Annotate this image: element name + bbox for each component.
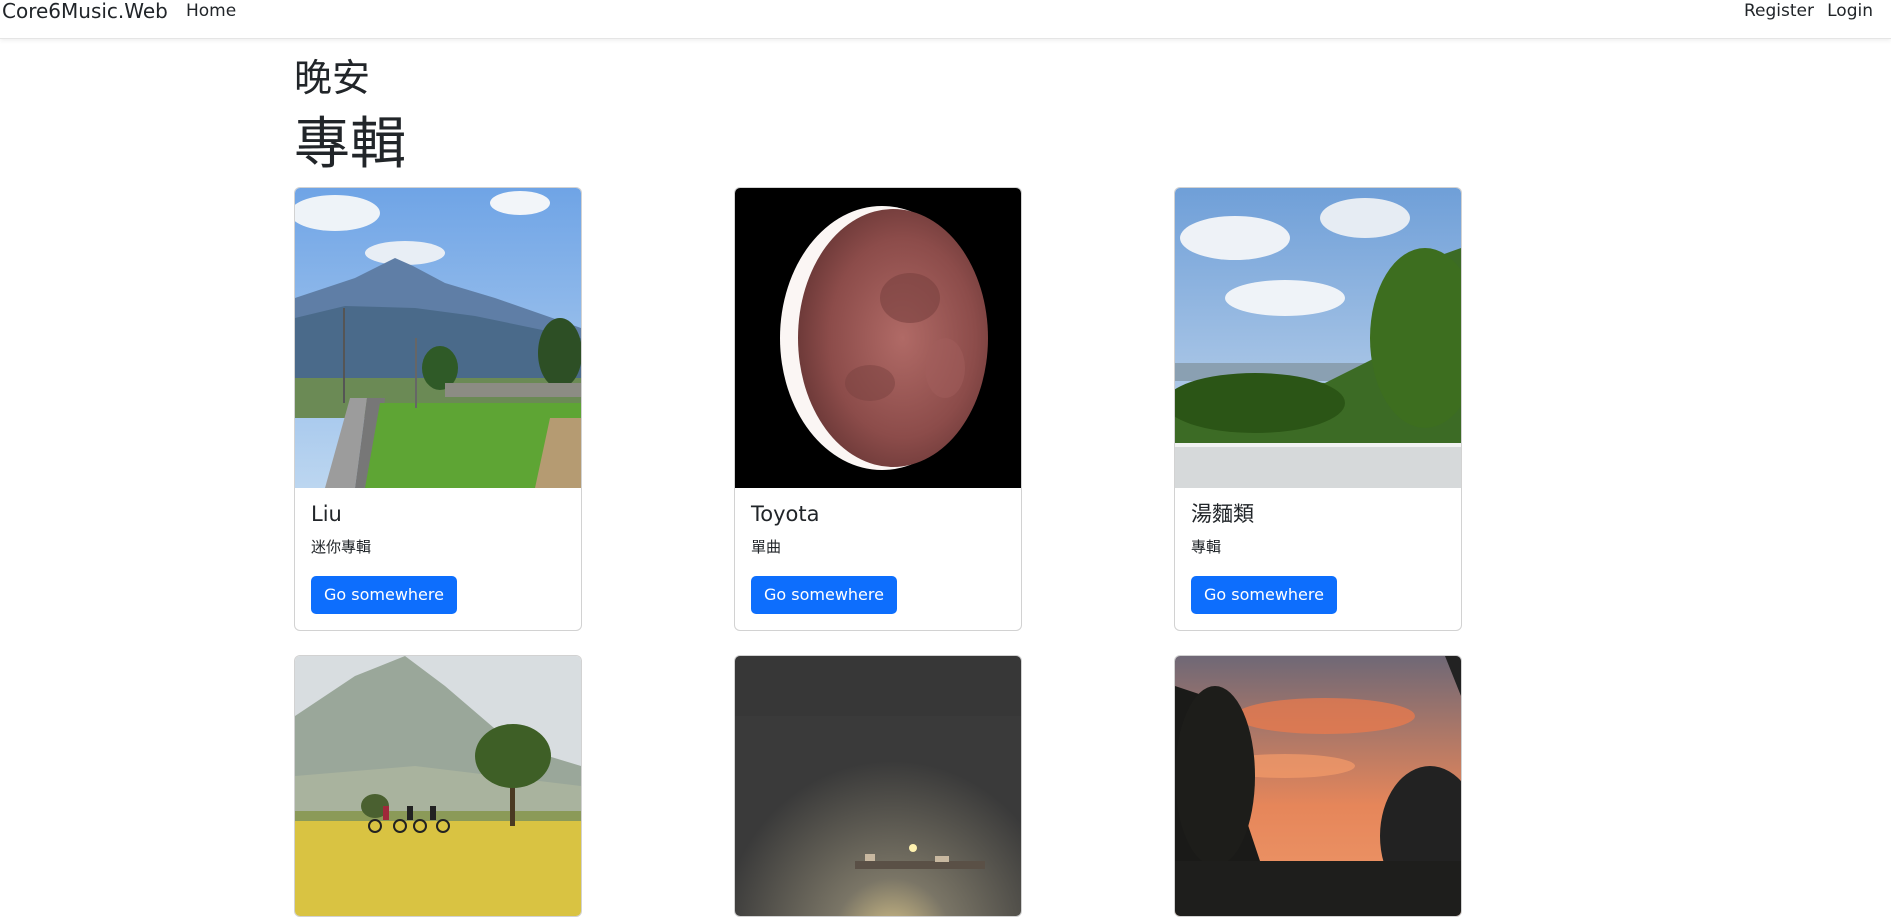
go-somewhere-button[interactable]: Go somewhere: [1191, 576, 1337, 614]
album-cover-image: [735, 188, 1021, 488]
album-cover-image: [1175, 656, 1461, 916]
album-type: 專輯: [1191, 538, 1222, 556]
nav-home-link[interactable]: Home: [186, 1, 236, 21]
brand-link[interactable]: Core6Music.Web: [2, 0, 168, 22]
album-cover-image: [295, 656, 581, 916]
album-card: 湯麵類 專輯 Go somewhere: [1174, 187, 1462, 631]
album-card: Toyota 單曲 Go somewhere: [734, 187, 1022, 631]
album-type: 單曲: [751, 538, 782, 556]
album-card: [734, 655, 1022, 917]
go-somewhere-button[interactable]: Go somewhere: [751, 576, 897, 614]
album-card: [294, 655, 582, 917]
nav-register-link[interactable]: Register: [1744, 1, 1814, 21]
album-cover-image: [735, 656, 1021, 916]
go-somewhere-button[interactable]: Go somewhere: [311, 576, 457, 614]
top-navbar: Core6Music.Web Home Register Login: [0, 0, 1891, 39]
album-title: Toyota: [751, 502, 820, 526]
album-card: [1174, 655, 1462, 917]
album-card: Liu 迷你專輯 Go somewhere: [294, 187, 582, 631]
nav-login-link[interactable]: Login: [1827, 1, 1873, 21]
album-type: 迷你專輯: [311, 538, 372, 556]
greeting-text: 晚安: [294, 56, 371, 100]
album-cover-image: [1175, 188, 1461, 488]
album-cover-image: [295, 188, 581, 488]
page-title: 專輯: [294, 112, 406, 177]
album-title: Liu: [311, 502, 342, 526]
album-title: 湯麵類: [1191, 502, 1254, 526]
